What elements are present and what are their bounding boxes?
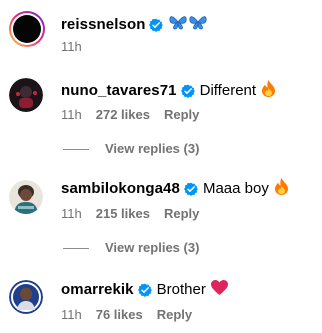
- comment-meta: 11h 215 likes Reply: [61, 206, 199, 222]
- comment-meta: 11h 272 likes Reply: [61, 107, 199, 123]
- comment-reissnelson: reissnelson 11h: [0, 0, 322, 60]
- view-replies-button[interactable]: View replies (3): [63, 141, 199, 157]
- reply-button[interactable]: Reply: [164, 107, 199, 123]
- comment-header: reissnelson: [61, 14, 208, 35]
- comment-header: omarrekik Brother: [61, 280, 228, 300]
- verified-badge-icon: [183, 182, 198, 196]
- red-heart-emoji-icon: [210, 280, 228, 300]
- comment-header: nuno_tavares71 Different: [61, 80, 276, 102]
- comment-text: Maaa boy: [202, 180, 269, 197]
- comment-header: sambilokonga48 Maaa boy: [61, 178, 289, 200]
- view-replies-button[interactable]: View replies (3): [63, 240, 199, 256]
- comment-text: Different: [199, 82, 257, 99]
- verified-badge-icon: [180, 84, 195, 98]
- avatar[interactable]: [9, 180, 43, 214]
- avatar[interactable]: [9, 280, 43, 314]
- timestamp: 11h: [61, 107, 82, 122]
- username[interactable]: nuno_tavares71: [61, 82, 177, 100]
- reply-button[interactable]: Reply: [164, 206, 199, 222]
- comment-meta: 11h: [61, 39, 96, 55]
- view-replies-label: View replies (3): [105, 141, 200, 156]
- timestamp: 11h: [61, 206, 82, 221]
- username[interactable]: sambilokonga48: [61, 180, 180, 198]
- likes-count[interactable]: 272 likes: [96, 107, 150, 123]
- fire-emoji-icon: [261, 80, 276, 102]
- verified-badge-icon: [149, 18, 164, 32]
- username[interactable]: omarrekik: [61, 281, 134, 299]
- story-ring-icon: [9, 11, 45, 47]
- verified-badge-icon: [137, 283, 152, 297]
- comment-text: Brother: [156, 281, 206, 298]
- reply-button[interactable]: Reply: [157, 307, 192, 323]
- fire-emoji-icon: [274, 178, 289, 200]
- likes-count[interactable]: 215 likes: [96, 206, 150, 222]
- avatar[interactable]: [9, 78, 43, 112]
- comment-meta: 11h 76 likes Reply: [61, 307, 192, 323]
- timestamp: 11h: [61, 307, 82, 322]
- view-replies-label: View replies (3): [105, 240, 200, 255]
- comment-nuno-tavares71: nuno_tavares71 Different 11h 272 likes R…: [0, 70, 322, 160]
- butterfly-emoji-icon: [168, 14, 208, 35]
- username[interactable]: reissnelson: [61, 16, 145, 34]
- comment-sambilokonga48: sambilokonga48 Maaa boy 11h 215 likes Re…: [0, 172, 322, 262]
- timestamp: 11h: [61, 39, 82, 54]
- avatar[interactable]: [8, 10, 46, 48]
- divider-line: [63, 148, 89, 150]
- likes-count[interactable]: 76 likes: [96, 307, 143, 323]
- divider-line: [63, 247, 89, 249]
- comment-omarrekik: omarrekik Brother 11h 76 likes Reply: [0, 272, 322, 333]
